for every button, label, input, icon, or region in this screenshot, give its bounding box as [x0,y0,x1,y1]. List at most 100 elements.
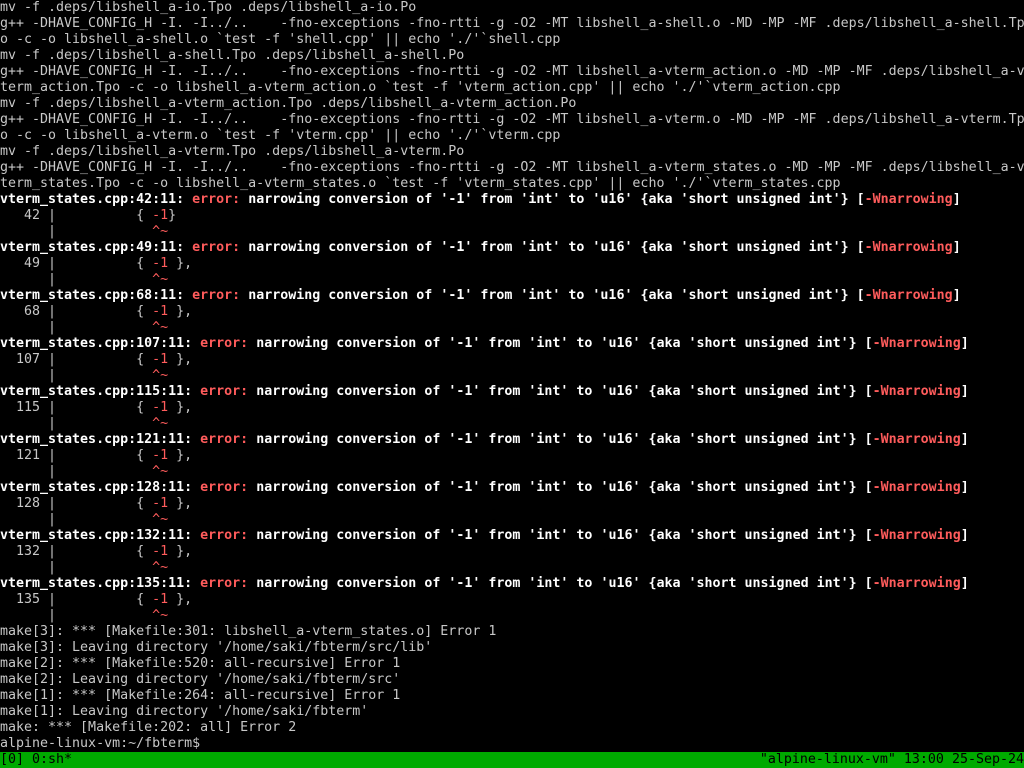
compiler-error: vterm_states.cpp:68:11: error: narrowing… [0,288,1024,336]
shell-prompt-line[interactable]: alpine-linux-vm:~/fbterm$ [0,736,1024,752]
warning-flag: -Wnarrowing [872,480,961,495]
build-line: g++ -DHAVE_CONFIG_H -I. -I../.. -fno-exc… [0,64,1024,79]
terminal-output[interactable]: mv -f .deps/libshell_a-io.Tpo .deps/libs… [0,0,1024,752]
error-highlight: -1 [152,256,169,271]
error-header: vterm_states.cpp:121:11: error: narrowin… [0,432,969,447]
error-header: vterm_states.cpp:49:11: error: narrowing… [0,240,961,255]
error-header: vterm_states.cpp:115:11: error: narrowin… [0,384,969,399]
error-caret-line: | ^~ [0,224,169,239]
warning-flag: -Wnarrowing [872,576,961,591]
error-message: narrowing conversion of '-1' from 'int' … [248,480,865,495]
source-line-number: 132 [16,544,41,559]
error-label: error: [200,528,249,543]
error-caret: ^~ [152,224,169,239]
error-source-line: 115 | { -1 }, [16,400,193,415]
source-line-number: 135 [16,592,41,607]
compiler-error: vterm_states.cpp:115:11: error: narrowin… [0,384,1024,432]
error-location: vterm_states.cpp:68:11: [0,288,185,303]
compiler-error: vterm_states.cpp:128:11: error: narrowin… [0,480,1024,528]
error-caret-line: | ^~ [0,272,169,287]
make-line: make[2]: *** [Makefile:520: all-recursiv… [0,656,401,671]
source-line-number: 49 [24,256,41,271]
error-highlight: -1 [152,544,169,559]
error-caret-line: | ^~ [0,512,169,527]
error-source-line: 128 | { -1 }, [16,496,193,511]
error-location: vterm_states.cpp:132:11: [0,528,193,543]
error-caret-line: | ^~ [0,608,169,623]
tmux-status-right: "alpine-linux-vm" 13:00 25-Sep-24 [759,752,1024,767]
build-line: mv -f .deps/libshell_a-shell.Tpo .deps/l… [0,48,465,63]
error-caret: ^~ [152,416,169,431]
error-caret: ^~ [152,464,169,479]
error-highlight: -1 [152,304,169,319]
error-location: vterm_states.cpp:115:11: [0,384,193,399]
warning-flag: -Wnarrowing [864,192,953,207]
error-caret-line: | ^~ [0,560,169,575]
error-location: vterm_states.cpp:49:11: [0,240,185,255]
error-caret-line: | ^~ [0,320,169,335]
error-label: error: [200,384,249,399]
error-message: narrowing conversion of '-1' from 'int' … [248,384,865,399]
error-caret: ^~ [152,320,169,335]
error-label: error: [200,480,249,495]
tmux-status-bar: [0] 0:sh* "alpine-linux-vm" 13:00 25-Sep… [0,752,1024,768]
error-source-line: 135 | { -1 }, [16,592,193,607]
tmux-window-list[interactable]: [0] 0:sh* [0,752,72,768]
error-message: narrowing conversion of '-1' from 'int' … [240,192,857,207]
build-line: term_states.Tpo -c -o libshell_a-vterm_s… [0,176,841,191]
error-caret: ^~ [152,272,169,287]
error-message: narrowing conversion of '-1' from 'int' … [248,432,865,447]
error-caret-line: | ^~ [0,464,169,479]
error-message: narrowing conversion of '-1' from 'int' … [240,288,857,303]
error-message: narrowing conversion of '-1' from 'int' … [248,336,865,351]
source-line-number: 107 [16,352,41,367]
compiler-error: vterm_states.cpp:49:11: error: narrowing… [0,240,1024,288]
build-line: mv -f .deps/libshell_a-vterm_action.Tpo … [0,96,577,111]
error-caret-line: | ^~ [0,368,169,383]
error-header: vterm_states.cpp:128:11: error: narrowin… [0,480,969,495]
error-label: error: [192,240,241,255]
error-caret: ^~ [152,560,169,575]
source-line-number: 121 [16,448,41,463]
error-source-line: 68 | { -1 }, [24,304,193,319]
error-source-line: 107 | { -1 }, [16,352,193,367]
error-message: narrowing conversion of '-1' from 'int' … [248,528,865,543]
error-location: vterm_states.cpp:42:11: [0,192,185,207]
build-line: g++ -DHAVE_CONFIG_H -I. -I../.. -fno-exc… [0,16,1024,31]
warning-flag: -Wnarrowing [864,240,953,255]
warning-flag: -Wnarrowing [872,336,961,351]
source-line-number: 68 [24,304,41,319]
error-source-line: 42 | { -1} [24,208,177,223]
error-caret-line: | ^~ [0,416,169,431]
error-location: vterm_states.cpp:107:11: [0,336,193,351]
make-line: make[1]: *** [Makefile:264: all-recursiv… [0,688,401,703]
error-location: vterm_states.cpp:121:11: [0,432,193,447]
error-highlight: -1 [152,208,169,223]
build-line: o -c -o libshell_a-vterm.o `test -f 'vte… [0,128,561,143]
error-label: error: [200,576,249,591]
build-line: g++ -DHAVE_CONFIG_H -I. -I../.. -fno-exc… [0,112,1024,127]
error-label: error: [200,336,249,351]
compiler-error: vterm_states.cpp:135:11: error: narrowin… [0,576,1024,624]
error-message: narrowing conversion of '-1' from 'int' … [248,576,865,591]
error-highlight: -1 [152,448,169,463]
make-line: make[3]: Leaving directory '/home/saki/f… [0,640,433,655]
build-line: mv -f .deps/libshell_a-io.Tpo .deps/libs… [0,0,417,15]
compiler-error: vterm_states.cpp:42:11: error: narrowing… [0,192,1024,240]
error-highlight: -1 [152,352,169,367]
error-highlight: -1 [152,592,169,607]
error-header: vterm_states.cpp:68:11: error: narrowing… [0,288,961,303]
compiler-error: vterm_states.cpp:132:11: error: narrowin… [0,528,1024,576]
build-line: o -c -o libshell_a-shell.o `test -f 'she… [0,32,561,47]
error-highlight: -1 [152,496,169,511]
compiler-error-list: vterm_states.cpp:42:11: error: narrowing… [0,192,1024,624]
error-location: vterm_states.cpp:128:11: [0,480,193,495]
build-line: g++ -DHAVE_CONFIG_H -I. -I../.. -fno-exc… [0,160,1024,175]
source-line-number: 128 [16,496,41,511]
warning-flag: -Wnarrowing [872,432,961,447]
error-message: narrowing conversion of '-1' from 'int' … [240,240,857,255]
make-line: make[1]: Leaving directory '/home/saki/f… [0,704,369,719]
error-header: vterm_states.cpp:107:11: error: narrowin… [0,336,969,351]
error-source-line: 132 | { -1 }, [16,544,193,559]
error-source-line: 49 | { -1 }, [24,256,193,271]
